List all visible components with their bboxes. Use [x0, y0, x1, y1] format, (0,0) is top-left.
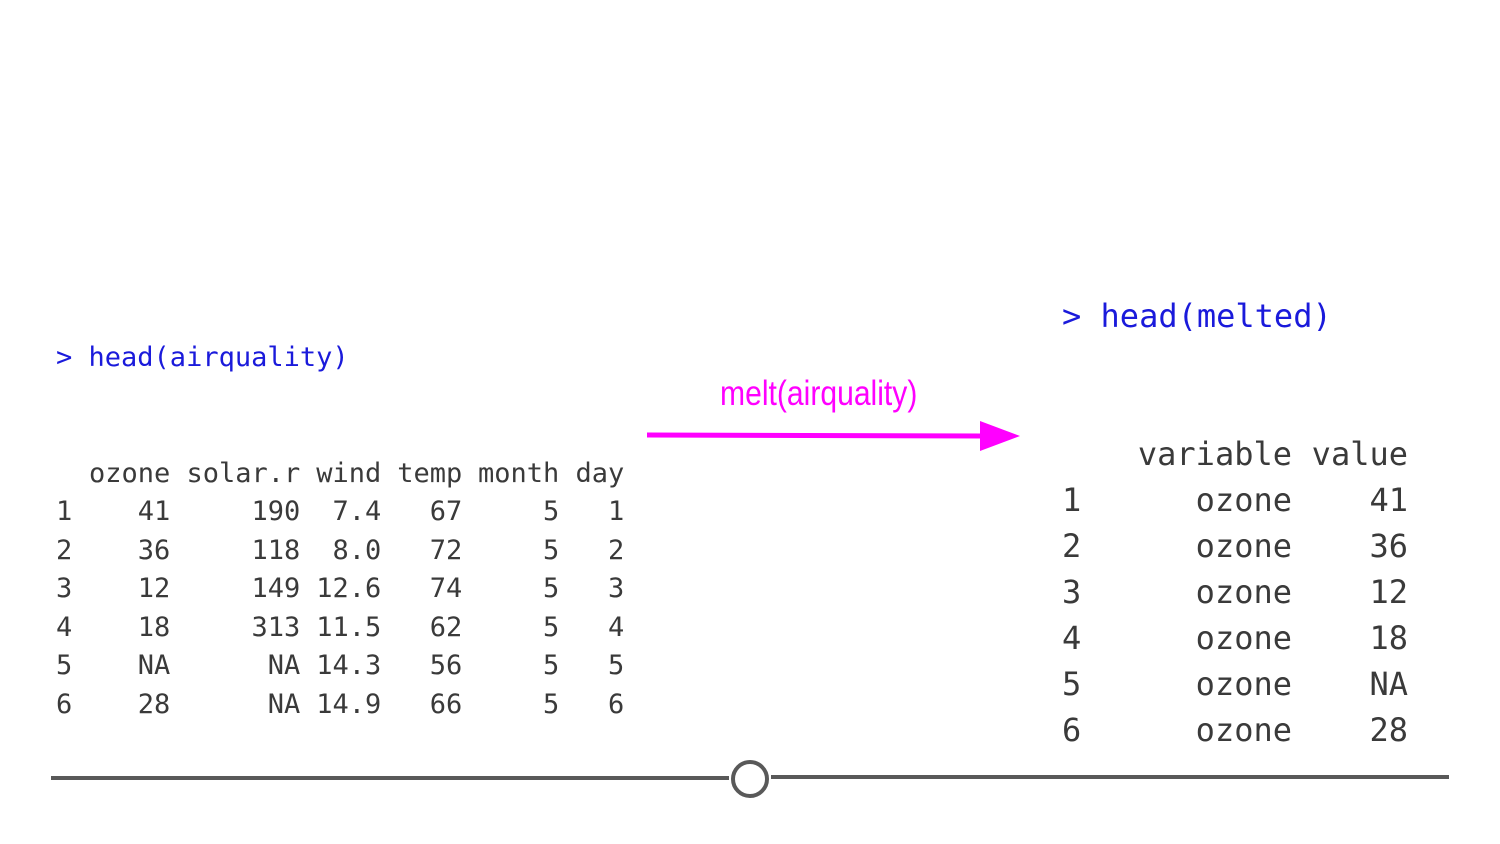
- decorations: [51, 421, 1449, 798]
- divider-circle-icon: [731, 760, 769, 798]
- arrow-head-icon: [980, 421, 1020, 451]
- arrow-shaft: [646, 432, 983, 439]
